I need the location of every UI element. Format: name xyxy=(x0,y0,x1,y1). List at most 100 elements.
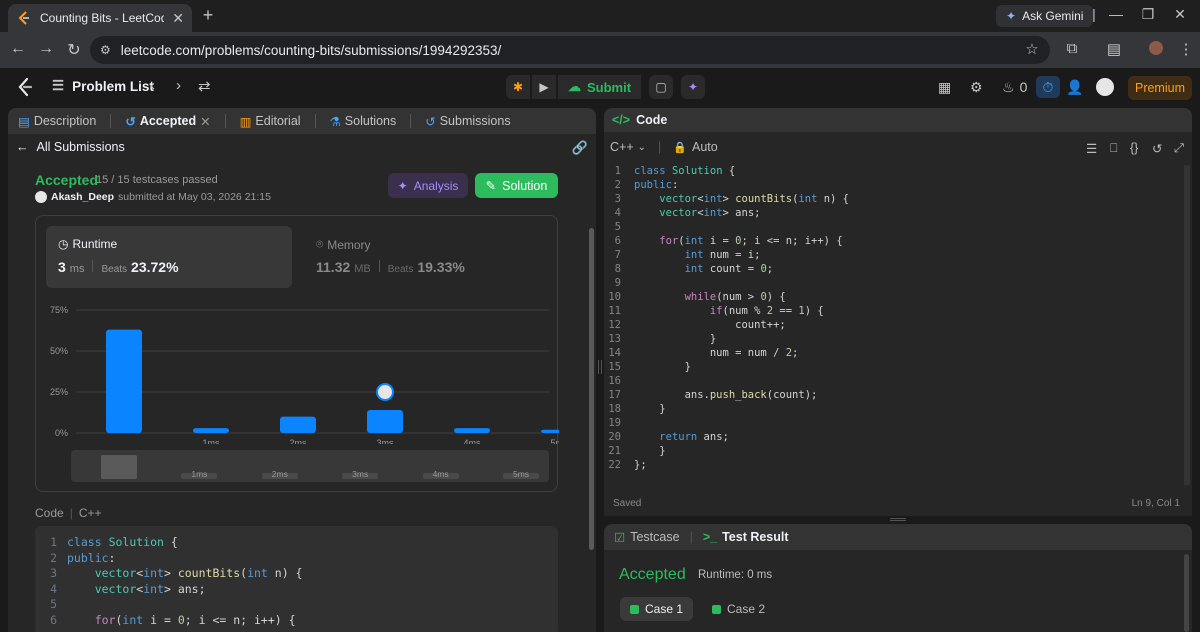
debug-icon[interactable]: ✱ xyxy=(506,75,530,99)
line-number: 21 xyxy=(608,445,621,457)
back-icon[interactable]: ← xyxy=(8,40,28,58)
user-avatar[interactable] xyxy=(35,191,47,203)
reset-icon[interactable]: ↺ xyxy=(1152,141,1162,156)
result-scrollbar[interactable] xyxy=(1184,554,1189,632)
tab-solutions[interactable]: ⚗ Solutions xyxy=(330,114,397,129)
case-2-button[interactable]: Case 2 xyxy=(702,597,775,621)
my-submission-avatar-marker[interactable] xyxy=(376,383,394,402)
chart-bar-1ms[interactable] xyxy=(193,428,229,433)
runtime-beats-pct: 23.72% xyxy=(131,259,179,275)
expand-icon[interactable]: ⤢ xyxy=(1174,141,1184,156)
code-line: 1 class Solution { xyxy=(604,165,1192,179)
memory-beats-pct: 19.33% xyxy=(417,259,465,275)
code-text: count++; xyxy=(634,319,786,331)
memory-label: ⌾ Memory xyxy=(316,237,371,252)
left-scrollbar[interactable] xyxy=(589,228,594,550)
bookmark-star-icon[interactable]: ☆ xyxy=(1022,40,1042,58)
browser-tab[interactable]: Counting Bits - LeetCode ✕ xyxy=(8,4,192,32)
new-tab-button[interactable]: + xyxy=(198,6,218,26)
code-text: public: xyxy=(634,179,679,191)
shuffle-icon[interactable]: ⇄ xyxy=(198,77,211,95)
runtime-value: 3 xyxy=(58,259,66,275)
reload-icon[interactable]: ↻ xyxy=(64,40,84,60)
tab-test-result[interactable]: >_ Test Result xyxy=(703,530,789,544)
timer-icon[interactable]: ⏱ xyxy=(1036,76,1060,98)
editor-scrollbar[interactable] xyxy=(1184,165,1190,485)
runtime-box[interactable]: ◷ Runtime 3 ms Beats 23.72% xyxy=(46,226,292,288)
result-runtime: Runtime: 0 ms xyxy=(698,569,773,581)
avatar[interactable] xyxy=(1096,78,1114,96)
tab-testcase[interactable]: ☑ Testcase xyxy=(614,530,680,545)
tab-accepted[interactable]: ↺ Accepted ✕ xyxy=(125,114,210,129)
chart-bar-4ms[interactable] xyxy=(454,428,490,433)
language-select[interactable]: C++ ⌄ xyxy=(610,140,646,154)
prev-problem-icon[interactable]: ‹ xyxy=(150,77,155,94)
next-problem-icon[interactable]: › xyxy=(176,77,181,94)
memory-label-text: Memory xyxy=(327,237,371,252)
link-icon[interactable]: 🔗 xyxy=(572,140,588,156)
code-editor[interactable]: 1 class Solution {2 public: 3 vector<int> c… xyxy=(604,165,1192,485)
tab-submissions[interactable]: ↺ Submissions xyxy=(425,114,510,129)
extensions-icon[interactable]: ⧉ xyxy=(1062,40,1082,57)
close-tab-icon[interactable]: ✕ xyxy=(172,11,184,25)
y-tick-label: 0% xyxy=(55,428,68,438)
chart-range-strip[interactable]: 1ms 2ms 3ms 4ms 5ms xyxy=(71,450,549,482)
close-tab-accepted-icon[interactable]: ✕ xyxy=(200,114,210,129)
username[interactable]: Akash_Deep xyxy=(51,191,114,203)
chart-bar-2ms[interactable] xyxy=(280,416,316,433)
code-line: 11 if(num % 2 == 1) { xyxy=(604,305,1192,319)
layout-grid-icon[interactable]: ▦ xyxy=(938,79,951,96)
profile-avatar[interactable] xyxy=(1146,40,1166,59)
analysis-button[interactable]: ✦ Analysis xyxy=(388,173,468,198)
case-1-button[interactable]: Case 1 xyxy=(620,597,694,621)
horizontal-resize-handle[interactable] xyxy=(890,518,906,521)
code-text: return ans; xyxy=(659,431,729,443)
site-info-icon[interactable]: ⚙ xyxy=(100,43,111,57)
streak-counter[interactable]: ♨ 0 xyxy=(1002,79,1027,96)
minimize-icon[interactable]: — xyxy=(1106,6,1126,22)
settings-gear-icon[interactable]: ⚙ xyxy=(970,79,983,96)
menu-icon[interactable]: ⋮ xyxy=(1176,40,1196,58)
ask-gemini-button[interactable]: ✦ Ask Gemini xyxy=(996,5,1094,27)
tab-description[interactable]: ▤ Description xyxy=(18,114,96,129)
chart-bar-5ms[interactable] xyxy=(541,429,559,433)
memory-box[interactable]: ⌾ Memory 11.32 MB Beats 19.33% xyxy=(304,226,550,288)
panel-resize-handle[interactable] xyxy=(598,360,602,374)
leetcode-logo-icon[interactable] xyxy=(16,77,34,100)
auto-mode-toggle[interactable]: 🔒 Auto xyxy=(673,140,717,154)
case-2-label: Case 2 xyxy=(727,602,766,616)
problem-list-link[interactable]: ☰ Problem List xyxy=(52,78,154,94)
bookmark-icon[interactable]: ⎕ xyxy=(1110,141,1118,156)
code-line: 14 num = num / 2; xyxy=(604,347,1192,361)
format-icon[interactable]: ☰ xyxy=(1086,141,1097,156)
notes-icon[interactable]: ▢ xyxy=(649,75,674,99)
ai-sparkle-icon[interactable]: ✦ xyxy=(681,75,706,99)
code-line: 15 } xyxy=(604,361,1192,375)
strip-selected-bar[interactable] xyxy=(101,455,137,479)
close-window-icon[interactable]: ✕ xyxy=(1170,6,1190,23)
result-status: Accepted xyxy=(619,566,686,583)
maximize-icon[interactable]: ❐ xyxy=(1138,6,1158,23)
check-icon xyxy=(630,604,639,614)
braces-icon[interactable]: {} xyxy=(1130,141,1138,155)
premium-button[interactable]: Premium xyxy=(1128,76,1192,100)
omnibox[interactable]: ⚙ leetcode.com/problems/counting-bits/su… xyxy=(90,36,1050,64)
line-number: 15 xyxy=(608,361,621,373)
chart-bar-3ms[interactable] xyxy=(367,410,403,433)
chart-bar-0ms[interactable] xyxy=(106,329,142,433)
submit-button[interactable]: ☁ Submit xyxy=(558,75,642,99)
reading-mode-icon[interactable]: ▤ xyxy=(1104,40,1124,58)
forward-icon[interactable]: → xyxy=(36,40,56,58)
tab-divider xyxy=(314,114,316,128)
memory-unit: MB xyxy=(354,263,371,275)
tab-editorial[interactable]: ▥ Editorial xyxy=(240,114,301,129)
all-submissions-label: All Submissions xyxy=(36,140,125,154)
editorial-icon: ▥ xyxy=(239,114,252,129)
add-friend-icon[interactable]: 👤 xyxy=(1066,79,1083,96)
line-number: 6 xyxy=(614,235,621,247)
run-icon[interactable]: ▶ xyxy=(532,75,556,99)
solution-button[interactable]: ✎ Solution xyxy=(475,173,558,198)
all-submissions-link[interactable]: ← All Submissions xyxy=(16,140,125,154)
tab-testcase-label: Testcase xyxy=(630,530,680,544)
strip-label: 3ms xyxy=(352,469,369,479)
